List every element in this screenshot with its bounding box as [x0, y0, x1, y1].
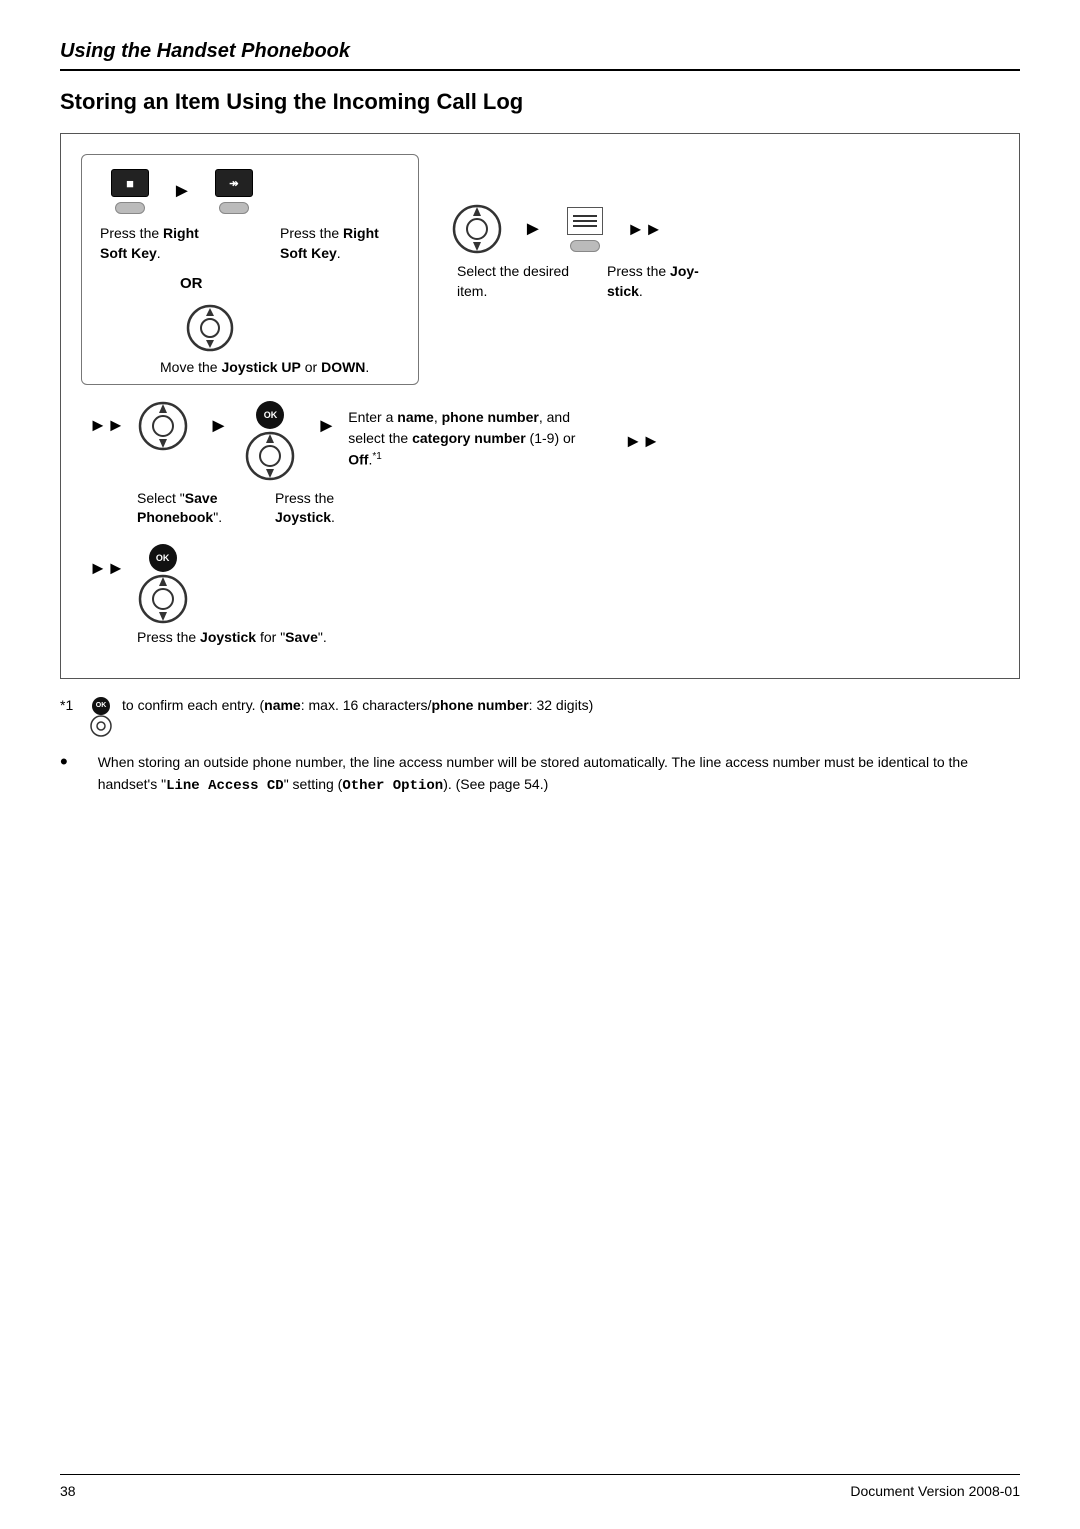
- softkey1-box: ■: [111, 169, 149, 197]
- press-joystick-caption1: Press the Joy-stick.: [607, 262, 727, 301]
- softkey2-box: ↠: [215, 169, 253, 197]
- press-joystick-caption2: Press the Joystick.: [275, 489, 395, 528]
- enter-name-caption: Enter a name, phone number, and select t…: [348, 407, 608, 471]
- diagram-row3: ►► OK: [81, 544, 999, 624]
- press-joy-save-caption: Press the Joystick for "Save".: [137, 628, 397, 648]
- footnote1: *1 OK to confirm each entry. (name: max.…: [60, 697, 1020, 737]
- bullet1-text: When storing an outside phone number, th…: [98, 751, 1020, 798]
- ok-joystick-save-icon: OK: [133, 544, 193, 624]
- bullet1-container: • When storing an outside phone number, …: [60, 751, 1020, 798]
- diagram-row2: ►► ► OK: [81, 401, 999, 481]
- double-arrow-right2: ►►: [624, 431, 660, 452]
- double-arrow-left3: ►►: [89, 558, 125, 579]
- page-footer: 38 Document Version 2008-01: [60, 1474, 1020, 1499]
- select-desired-caption: Select the desired item.: [457, 262, 587, 301]
- menu-icon-container: [555, 207, 615, 252]
- joystick-save-icon: [133, 401, 193, 451]
- bracket-group-softkeys: ■ ► ↠: [81, 154, 419, 385]
- double-arrow-left2: ►►: [89, 415, 125, 436]
- row2-captions: Select "Save Phonebook". Press the Joyst…: [137, 489, 999, 528]
- softkey2-caption: Press the Right Soft Key.: [280, 224, 400, 263]
- menu-icon-box: [567, 207, 603, 235]
- page-number: 38: [60, 1483, 76, 1499]
- arrow-row2: ►: [209, 415, 229, 438]
- ok-circle2: OK: [149, 544, 177, 572]
- diagram-row1: ■ ► ↠: [81, 154, 999, 387]
- ok-joystick-icon: OK: [240, 401, 300, 481]
- or-label: OR: [180, 275, 400, 292]
- header-title: Using the Handset Phonebook: [60, 40, 1020, 63]
- select-save-caption: Select "Save Phonebook".: [137, 489, 257, 528]
- row3-caption: Press the Joystick for "Save".: [137, 628, 999, 648]
- double-arrow-right1: ►►: [627, 219, 663, 240]
- softkey1-button: [115, 202, 145, 214]
- diagram-box: ■ ► ↠: [60, 133, 1020, 679]
- menu-btn: [570, 240, 600, 252]
- page-header: Using the Handset Phonebook: [60, 40, 1020, 71]
- joystick-ud-caption: Move the Joystick UP or DOWN.: [160, 358, 400, 378]
- section-title: Storing an Item Using the Incoming Call …: [60, 89, 1020, 115]
- arrow-row2b: ►: [316, 415, 336, 438]
- header-divider: [60, 69, 1020, 71]
- doc-version: Document Version 2008-01: [850, 1483, 1020, 1499]
- footnote1-text: to confirm each entry. (name: max. 16 ch…: [122, 697, 593, 713]
- softkey2-button: [219, 202, 249, 214]
- arrow-select: ►: [523, 218, 543, 241]
- joystick-select-icon: [447, 204, 507, 254]
- bullet1-dot: •: [60, 749, 68, 775]
- softkey1-caption: Press the Right Soft Key.: [100, 224, 220, 263]
- softkey1-icon: ■: [100, 169, 160, 214]
- footnote1-icon: OK: [90, 697, 112, 737]
- footnote1-marker: *1: [60, 697, 84, 713]
- softkey2-icon: ↠: [204, 169, 264, 214]
- joystick-or-icon: [180, 304, 240, 352]
- ok-circle: OK: [256, 401, 284, 429]
- arrow1: ►: [172, 180, 192, 203]
